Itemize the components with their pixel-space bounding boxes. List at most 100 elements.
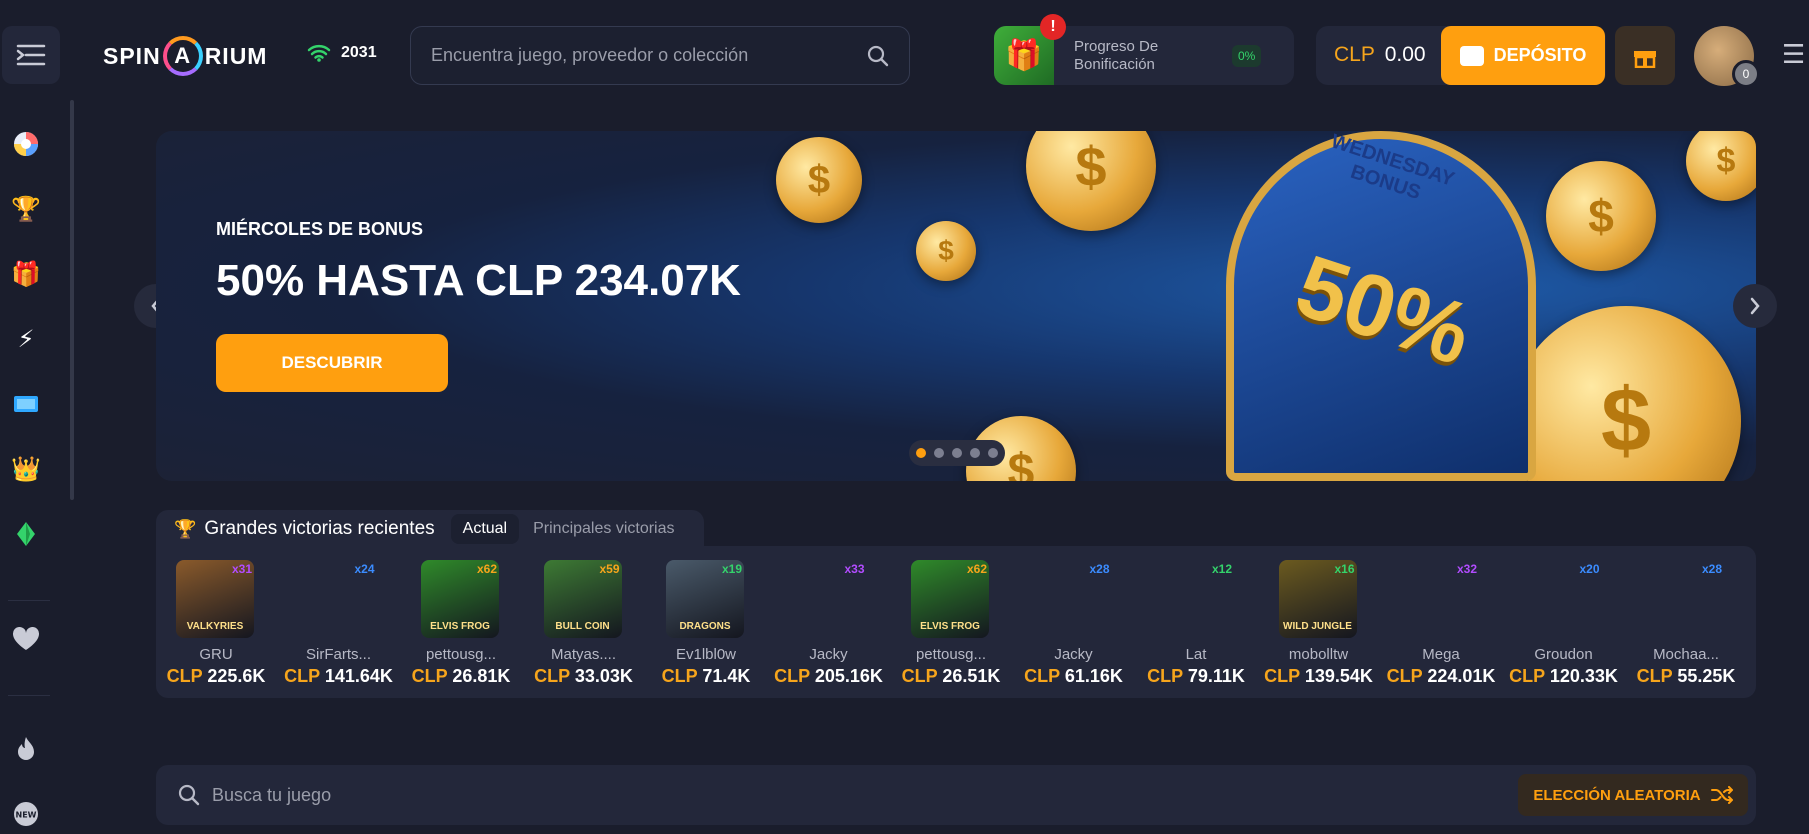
fire-icon[interactable] — [12, 735, 40, 763]
win-multiplier: x12 — [1212, 562, 1233, 576]
recent-win-item[interactable]: ELVIS FROG x62 pettousg... CLP 26.81K — [401, 546, 521, 698]
trophy-icon[interactable]: 🏆 — [11, 195, 41, 223]
recent-win-item[interactable]: x33 Jacky CLP 205.16K — [769, 546, 889, 698]
avatar[interactable]: 0 — [1694, 26, 1760, 88]
carousel-dot[interactable] — [988, 448, 998, 458]
balance-value: 0.00 — [1384, 43, 1426, 66]
winner-username: GRU — [199, 646, 233, 663]
game-thumbnail-art: ELVIS FROG — [430, 621, 490, 632]
recent-win-item[interactable]: x32 Mega CLP 224.01K — [1381, 546, 1501, 698]
bonus-progress[interactable]: 🎁 ! Progreso De Bonificación 0% — [994, 14, 1294, 85]
ticket-icon[interactable] — [12, 390, 40, 418]
winner-username: pettousg... — [425, 646, 497, 663]
avatar-level-badge: 0 — [1732, 60, 1760, 88]
win-multiplier: x28 — [1702, 562, 1723, 576]
carousel-dot[interactable] — [970, 448, 980, 458]
winner-username: SirFarts... — [305, 646, 371, 663]
win-value: 71.4K — [702, 666, 751, 686]
game-search-bar[interactable]: ELECCIÓN ALEATORIA — [156, 765, 1756, 825]
coin-art: $ — [1686, 131, 1756, 201]
search-input[interactable] — [431, 45, 867, 66]
win-multiplier: x31 — [232, 562, 253, 576]
logo-ring: A — [162, 36, 203, 76]
win-multiplier: x16 — [1334, 562, 1355, 576]
random-pick-label: ELECCIÓN ALEATORIA — [1533, 786, 1701, 804]
carousel-dot[interactable] — [952, 448, 962, 458]
diamond-icon[interactable] — [12, 520, 40, 548]
crown-icon[interactable]: 👑 — [11, 455, 41, 483]
win-currency: CLP — [284, 666, 320, 686]
sidebar-scrollbar[interactable] — [70, 100, 74, 500]
recent-win-item[interactable]: VALKYRIES x31 GRU CLP 225.6K — [156, 546, 276, 698]
win-amount: CLP 26.51K — [891, 666, 1011, 687]
random-pick-button[interactable]: ELECCIÓN ALEATORIA — [1518, 774, 1748, 816]
search-icon — [178, 784, 200, 806]
sidebar-divider — [8, 600, 50, 601]
win-multiplier: x24 — [354, 562, 375, 576]
slot-art-percent: 50% — [1285, 235, 1484, 384]
hamburger-icon[interactable]: ☰ — [1782, 41, 1806, 67]
win-amount: CLP 120.33K — [1504, 666, 1624, 687]
win-amount: CLP 26.81K — [401, 666, 521, 687]
sidebar-toggle-button[interactable] — [2, 26, 60, 84]
sidebar-divider — [8, 695, 50, 696]
game-thumbnail-art: DRAGONS — [679, 621, 731, 632]
recent-win-item[interactable]: x20 Groudon CLP 120.33K — [1504, 546, 1624, 698]
search-bar[interactable] — [410, 26, 910, 85]
tab-current[interactable]: Actual — [450, 514, 520, 544]
win-amount: CLP 61.16K — [1014, 666, 1134, 687]
heart-icon[interactable] — [12, 625, 40, 653]
win-currency: CLP — [1636, 666, 1673, 686]
discover-button[interactable]: DESCUBRIR — [216, 334, 448, 392]
logo-text-right: RIUM — [204, 42, 268, 69]
win-amount: CLP 224.01K — [1381, 666, 1501, 687]
sidebar: 🏆 🎁 ⚡ 👑 NEW — [0, 100, 74, 834]
wifi-icon — [307, 45, 331, 62]
carousel-dot[interactable] — [934, 448, 944, 458]
search-icon[interactable] — [867, 45, 889, 67]
recent-wins-title: Grandes victorias recientes — [204, 518, 435, 539]
recent-win-item[interactable]: x28 Mochaa... CLP 55.25K — [1626, 546, 1746, 698]
win-value: 205.16K — [814, 666, 883, 686]
win-amount: CLP 55.25K — [1626, 666, 1746, 687]
win-amount: CLP 79.11K — [1136, 666, 1256, 687]
balance-currency: CLP — [1334, 43, 1375, 66]
recent-win-item[interactable]: x24 SirFarts... CLP 141.64K — [279, 546, 399, 698]
coin-art: $ — [1546, 161, 1656, 271]
recent-win-item[interactable]: BULL COIN x59 Matyas.... CLP 33.03K — [524, 546, 644, 698]
banner-headline: 50% HASTA CLP 234.07K — [216, 256, 741, 305]
logo-letter: A — [174, 43, 192, 68]
win-amount: CLP 139.54K — [1259, 666, 1379, 687]
gift-icon[interactable]: 🎁 — [11, 260, 41, 288]
winner-username: Mochaa... — [1653, 646, 1719, 663]
carousel-dot[interactable] — [916, 448, 926, 458]
deposit-button[interactable]: DEPÓSITO — [1441, 26, 1605, 85]
lightning-icon[interactable]: ⚡ — [12, 325, 40, 353]
game-thumbnail-art: BULL COIN — [555, 621, 610, 632]
recent-win-item[interactable]: x12 Lat CLP 79.11K — [1136, 546, 1256, 698]
top-bar: SPIN A RIUM 2031 🎁 ! Progreso De Bonific… — [0, 0, 1809, 100]
recent-win-item[interactable]: x28 Jacky CLP 61.16K — [1014, 546, 1134, 698]
recent-win-item[interactable]: DRAGONS x19 Ev1lbl0w CLP 71.4K — [646, 546, 766, 698]
win-value: 141.64K — [324, 666, 393, 686]
win-value: 26.81K — [452, 666, 511, 686]
game-thumbnail-art: ELVIS FROG — [920, 621, 980, 632]
carousel-next-button[interactable] — [1733, 284, 1777, 328]
winner-username: Groudon — [1534, 646, 1593, 663]
new-badge-icon[interactable]: NEW — [12, 800, 40, 828]
chevron-right-icon — [1750, 297, 1760, 315]
promo-banner[interactable]: $ $ $ $ $ $ $ $ WEDNESDAY BONUS 50% MIÉR… — [156, 131, 1756, 481]
bonus-progress-label: Progreso De Bonificación — [1074, 37, 1159, 73]
recent-win-item[interactable]: ELVIS FROG x62 pettousg... CLP 26.51K — [891, 546, 1011, 698]
gift-box-icon — [1634, 50, 1656, 68]
recent-win-item[interactable]: WILD JUNGLE x16 mobolltw CLP 139.54K — [1259, 546, 1379, 698]
coin-art: $ — [776, 137, 862, 223]
casino-chip-icon[interactable] — [12, 130, 40, 158]
shuffle-icon — [1710, 786, 1733, 804]
win-multiplier: x62 — [967, 562, 988, 576]
tab-top-wins[interactable]: Principales victorias — [521, 514, 686, 544]
logo[interactable]: SPIN A RIUM — [103, 27, 267, 85]
win-currency: CLP — [901, 666, 938, 686]
rewards-button[interactable] — [1615, 26, 1675, 85]
online-count: 2031 — [307, 44, 377, 62]
